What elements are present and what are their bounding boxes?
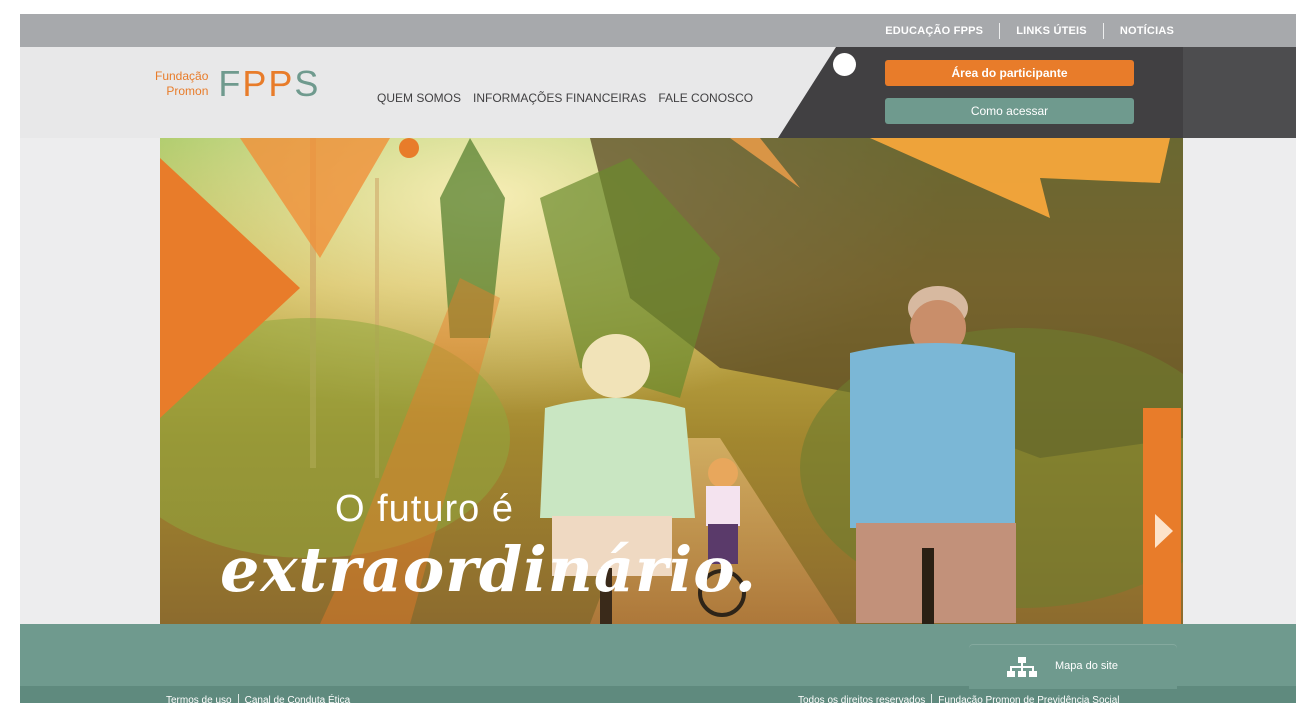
utility-link-noticias[interactable]: NOTÍCIAS	[1104, 25, 1190, 37]
logo-line-promon: Promon	[166, 84, 209, 98]
hero-banner[interactable]: O futuro é extraordinário.	[160, 138, 1183, 624]
main-nav: QUEM SOMOS INFORMAÇÕES FINANCEIRAS FALE …	[377, 91, 753, 105]
utility-links: EDUCAÇÃO FPPS LINKS ÚTEIS NOTÍCIAS	[869, 14, 1190, 47]
footer-foundation-name: Fundação Promon de Previdência Social	[938, 694, 1120, 703]
participant-panel-edge	[1183, 47, 1296, 138]
logo-wordmark: Fundação Promon	[155, 69, 208, 99]
logo-acronym: FPPS	[218, 66, 320, 102]
logo-letter: F	[218, 63, 243, 104]
utility-link-educacao[interactable]: EDUCAÇÃO FPPS	[869, 25, 999, 37]
decorative-dot	[833, 53, 856, 76]
nav-informacoes-financeiras[interactable]: INFORMAÇÕES FINANCEIRAS	[473, 91, 646, 105]
nav-quem-somos[interactable]: QUEM SOMOS	[377, 91, 461, 105]
nav-fale-conosco[interactable]: FALE CONOSCO	[658, 91, 753, 105]
footer-rights: Todos os direitos reservados	[798, 694, 926, 703]
chevron-right-icon	[1155, 514, 1173, 548]
carousel-next-button[interactable]	[1143, 408, 1181, 624]
page: EDUCAÇÃO FPPS LINKS ÚTEIS NOTÍCIAS Funda…	[0, 0, 1299, 703]
footer-link-termos[interactable]: Termos de uso	[160, 695, 238, 703]
how-to-access-button[interactable]: Como acessar	[885, 98, 1134, 124]
sitemap-tab[interactable]: Mapa do site	[969, 645, 1177, 689]
divider	[237, 694, 239, 703]
divider	[999, 22, 1001, 39]
divider	[1102, 22, 1104, 39]
logo-letter: P	[242, 63, 269, 104]
hero-headline: O futuro é	[335, 488, 514, 530]
logo-letter: P	[268, 63, 295, 104]
footer-link-canal-conduta[interactable]: Canal de Conduta Ética	[239, 695, 357, 703]
divider	[931, 694, 933, 703]
footer-legal: Todos os direitos reservados Fundação Pr…	[792, 694, 1126, 703]
participant-area-button[interactable]: Área do participante	[885, 60, 1134, 86]
hero-headline-script: extraordinário.	[220, 533, 758, 606]
sitemap-label: Mapa do site	[1055, 660, 1118, 672]
utility-link-links-uteis[interactable]: LINKS ÚTEIS	[1000, 25, 1103, 37]
top-utility-bar: EDUCAÇÃO FPPS LINKS ÚTEIS NOTÍCIAS	[20, 14, 1296, 47]
logo-letter: S	[294, 63, 321, 104]
logo-line-fundacao: Fundação	[155, 69, 209, 83]
fpps-logo[interactable]: Fundação Promon FPPS	[155, 66, 320, 102]
footer-links-left: Termos de uso Canal de Conduta Ética	[160, 694, 356, 703]
sitemap-icon	[1007, 657, 1037, 677]
